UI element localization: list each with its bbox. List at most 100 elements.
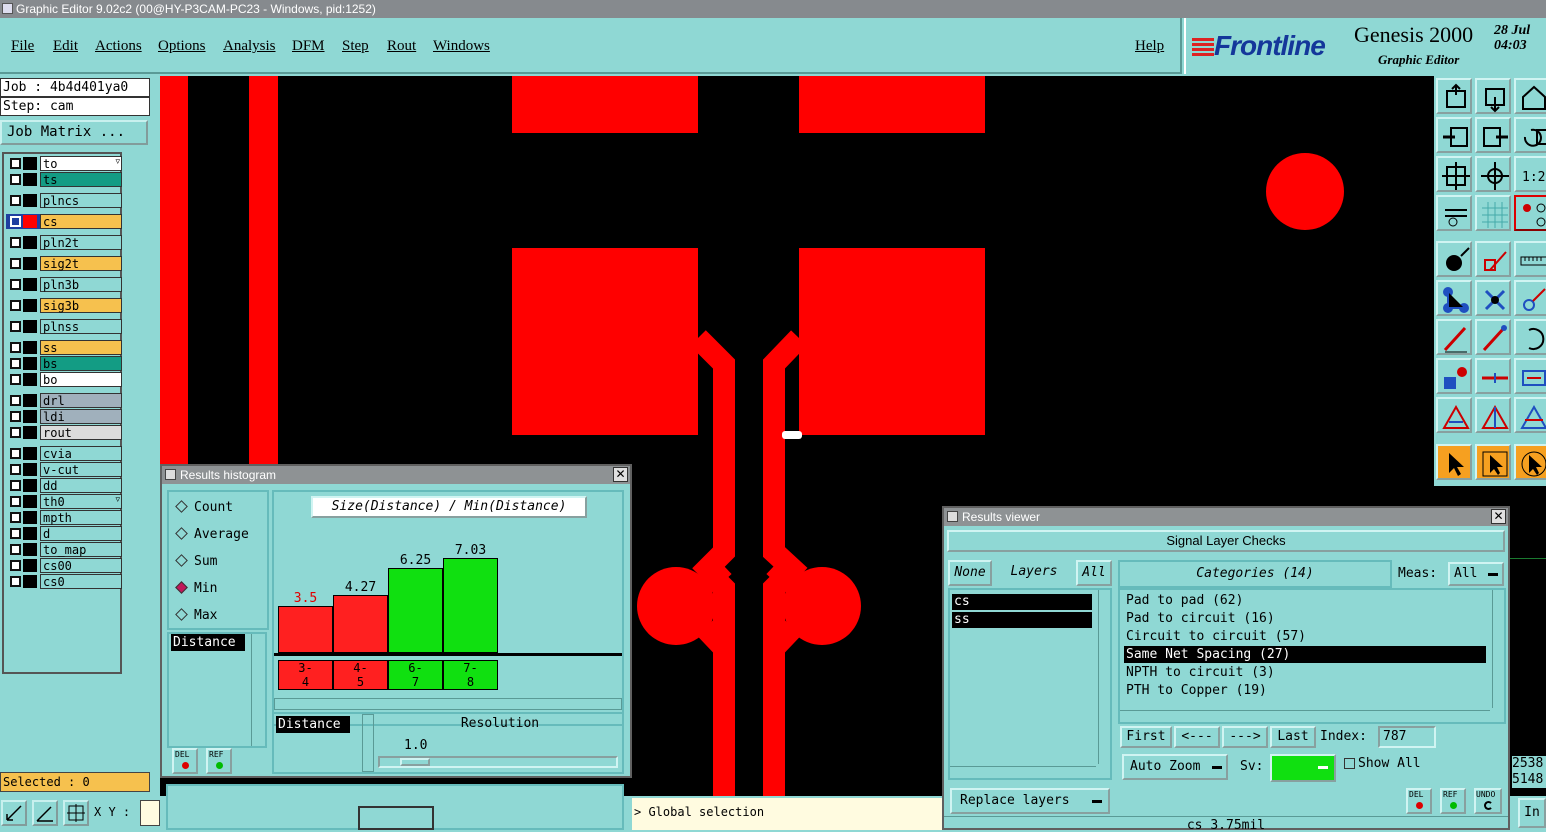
auto-zoom-dropdown[interactable]: Auto Zoom: [1122, 754, 1228, 780]
histogram-ref-button[interactable]: REF: [206, 748, 232, 774]
layer-row[interactable]: ss: [6, 340, 122, 355]
layer-color-swatch[interactable]: [23, 157, 37, 170]
histogram-range[interactable]: 6- 7: [388, 660, 443, 690]
mode-average[interactable]: Average: [175, 527, 249, 542]
layer-row[interactable]: sig3b: [6, 298, 122, 313]
menu-options[interactable]: Options: [158, 38, 206, 55]
select-net-icon[interactable]: [1514, 444, 1546, 480]
layer-name[interactable]: dd: [40, 478, 122, 493]
menu-analysis[interactable]: Analysis: [223, 38, 276, 55]
meas-dropdown[interactable]: All: [1448, 562, 1504, 586]
resolution-slider[interactable]: [378, 756, 618, 768]
layer-color-swatch[interactable]: [23, 257, 37, 270]
close-icon[interactable]: ✕: [613, 467, 628, 482]
layer-color-swatch[interactable]: [23, 527, 37, 540]
all-layers-button[interactable]: All: [1076, 560, 1112, 586]
layer-color-swatch[interactable]: [23, 373, 37, 386]
category-item[interactable]: NPTH to circuit (3): [1124, 664, 1486, 681]
none-button[interactable]: None: [948, 560, 992, 586]
layer-name[interactable]: bs: [40, 356, 122, 371]
layer-name[interactable]: bo: [40, 372, 122, 387]
layer-checkbox[interactable]: [10, 174, 21, 185]
layer-name[interactable]: to_map: [40, 542, 122, 557]
viewer-undo-button[interactable]: UNDO: [1474, 788, 1502, 814]
menu-rout[interactable]: Rout: [387, 38, 416, 55]
grid-snap-icon[interactable]: [63, 800, 89, 826]
layer-name[interactable]: sig2t: [40, 256, 122, 271]
layer-color-swatch[interactable]: [23, 426, 37, 439]
layer-color-swatch[interactable]: [23, 463, 37, 476]
surface-icon[interactable]: [1436, 397, 1472, 433]
layer-name[interactable]: cs0: [40, 574, 122, 589]
snap-icon[interactable]: [1, 800, 27, 826]
move-feature-icon[interactable]: [1436, 358, 1472, 394]
layer-vscroll[interactable]: [1098, 590, 1110, 764]
histogram-range[interactable]: 4- 5: [333, 660, 388, 690]
prev-button[interactable]: <---: [1174, 726, 1220, 748]
home-down-icon[interactable]: [1475, 78, 1511, 114]
layer-name[interactable]: drl: [40, 393, 122, 408]
layer-name[interactable]: pln3b: [40, 277, 122, 292]
layer-checkbox[interactable]: [10, 216, 21, 227]
histogram-del-button[interactable]: DEL: [172, 748, 198, 774]
layer-name[interactable]: cvia: [40, 446, 122, 461]
layer-checkbox[interactable]: [10, 279, 21, 290]
layer-checkbox[interactable]: [10, 411, 21, 422]
slider-thumb[interactable]: [400, 758, 430, 766]
layer-name[interactable]: plncs: [40, 193, 122, 208]
angle-snap-icon[interactable]: [32, 800, 58, 826]
layer-row[interactable]: cs00: [6, 558, 122, 573]
layer-color-swatch[interactable]: [23, 511, 37, 524]
layer-color-swatch[interactable]: [23, 479, 37, 492]
category-vscroll[interactable]: [1492, 590, 1504, 708]
layer-color-swatch[interactable]: [23, 357, 37, 370]
histogram-bar[interactable]: [278, 606, 333, 653]
layer-name[interactable]: th0: [40, 494, 122, 509]
histogram-bar[interactable]: [443, 558, 498, 653]
add-pad-icon[interactable]: [1436, 241, 1472, 277]
category-item[interactable]: Circuit to circuit (57): [1124, 628, 1486, 645]
menu-actions[interactable]: Actions: [95, 38, 142, 55]
layer-name[interactable]: pln2t: [40, 235, 122, 250]
viewer-ref-button[interactable]: REF: [1440, 788, 1466, 814]
arc-icon[interactable]: [1514, 319, 1546, 355]
layer-name[interactable]: ss: [40, 340, 122, 355]
layer-checkbox[interactable]: [10, 448, 21, 459]
menu-file[interactable]: File: [11, 38, 34, 55]
layer-row[interactable]: plnss: [6, 319, 122, 334]
layer-row[interactable]: drl: [6, 393, 122, 408]
histogram-bar[interactable]: [388, 568, 443, 653]
layer-row[interactable]: pln3b: [6, 277, 122, 292]
zoom-1to2-icon[interactable]: 1:2: [1514, 156, 1546, 192]
layer-color-swatch[interactable]: [23, 543, 37, 556]
layer-color-swatch[interactable]: [23, 278, 37, 291]
attribute-item[interactable]: Distance: [171, 634, 245, 651]
layer-color-swatch[interactable]: [23, 236, 37, 249]
move-node-icon[interactable]: [1514, 280, 1546, 316]
layer-checkbox[interactable]: [10, 464, 21, 475]
index-input[interactable]: 787: [1378, 726, 1436, 748]
histogram-range[interactable]: 7- 8: [443, 660, 498, 690]
layer-row[interactable]: to ▿: [6, 156, 122, 171]
attribute-scrollbar[interactable]: [251, 634, 265, 746]
category-item[interactable]: Same Net Spacing (27): [1124, 646, 1486, 663]
zoom-center-icon[interactable]: [1475, 156, 1511, 192]
layer-color-swatch[interactable]: [23, 341, 37, 354]
layer-checkbox[interactable]: [10, 496, 21, 507]
layer-color-swatch[interactable]: [23, 410, 37, 423]
layer-row[interactable]: sig2t: [6, 256, 122, 271]
select-feature-icon[interactable]: [1475, 444, 1511, 480]
net-select-icon[interactable]: [1514, 195, 1546, 231]
mode-sum[interactable]: Sum: [175, 554, 217, 569]
layer-checkbox[interactable]: [10, 560, 21, 571]
replace-layers-dropdown[interactable]: Replace layers: [950, 788, 1110, 814]
layer-row[interactable]: rout: [6, 425, 122, 440]
last-button[interactable]: Last: [1270, 726, 1316, 748]
layer-row[interactable]: pln2t: [6, 235, 122, 250]
pan-left-icon[interactable]: [1436, 117, 1472, 153]
layer-checkbox[interactable]: [10, 358, 21, 369]
layer-row[interactable]: cs0: [6, 574, 122, 589]
layer-name[interactable]: d: [40, 526, 122, 541]
layer-row[interactable]: th0 ▿: [6, 494, 122, 509]
layer-name[interactable]: v-cut: [40, 462, 122, 477]
